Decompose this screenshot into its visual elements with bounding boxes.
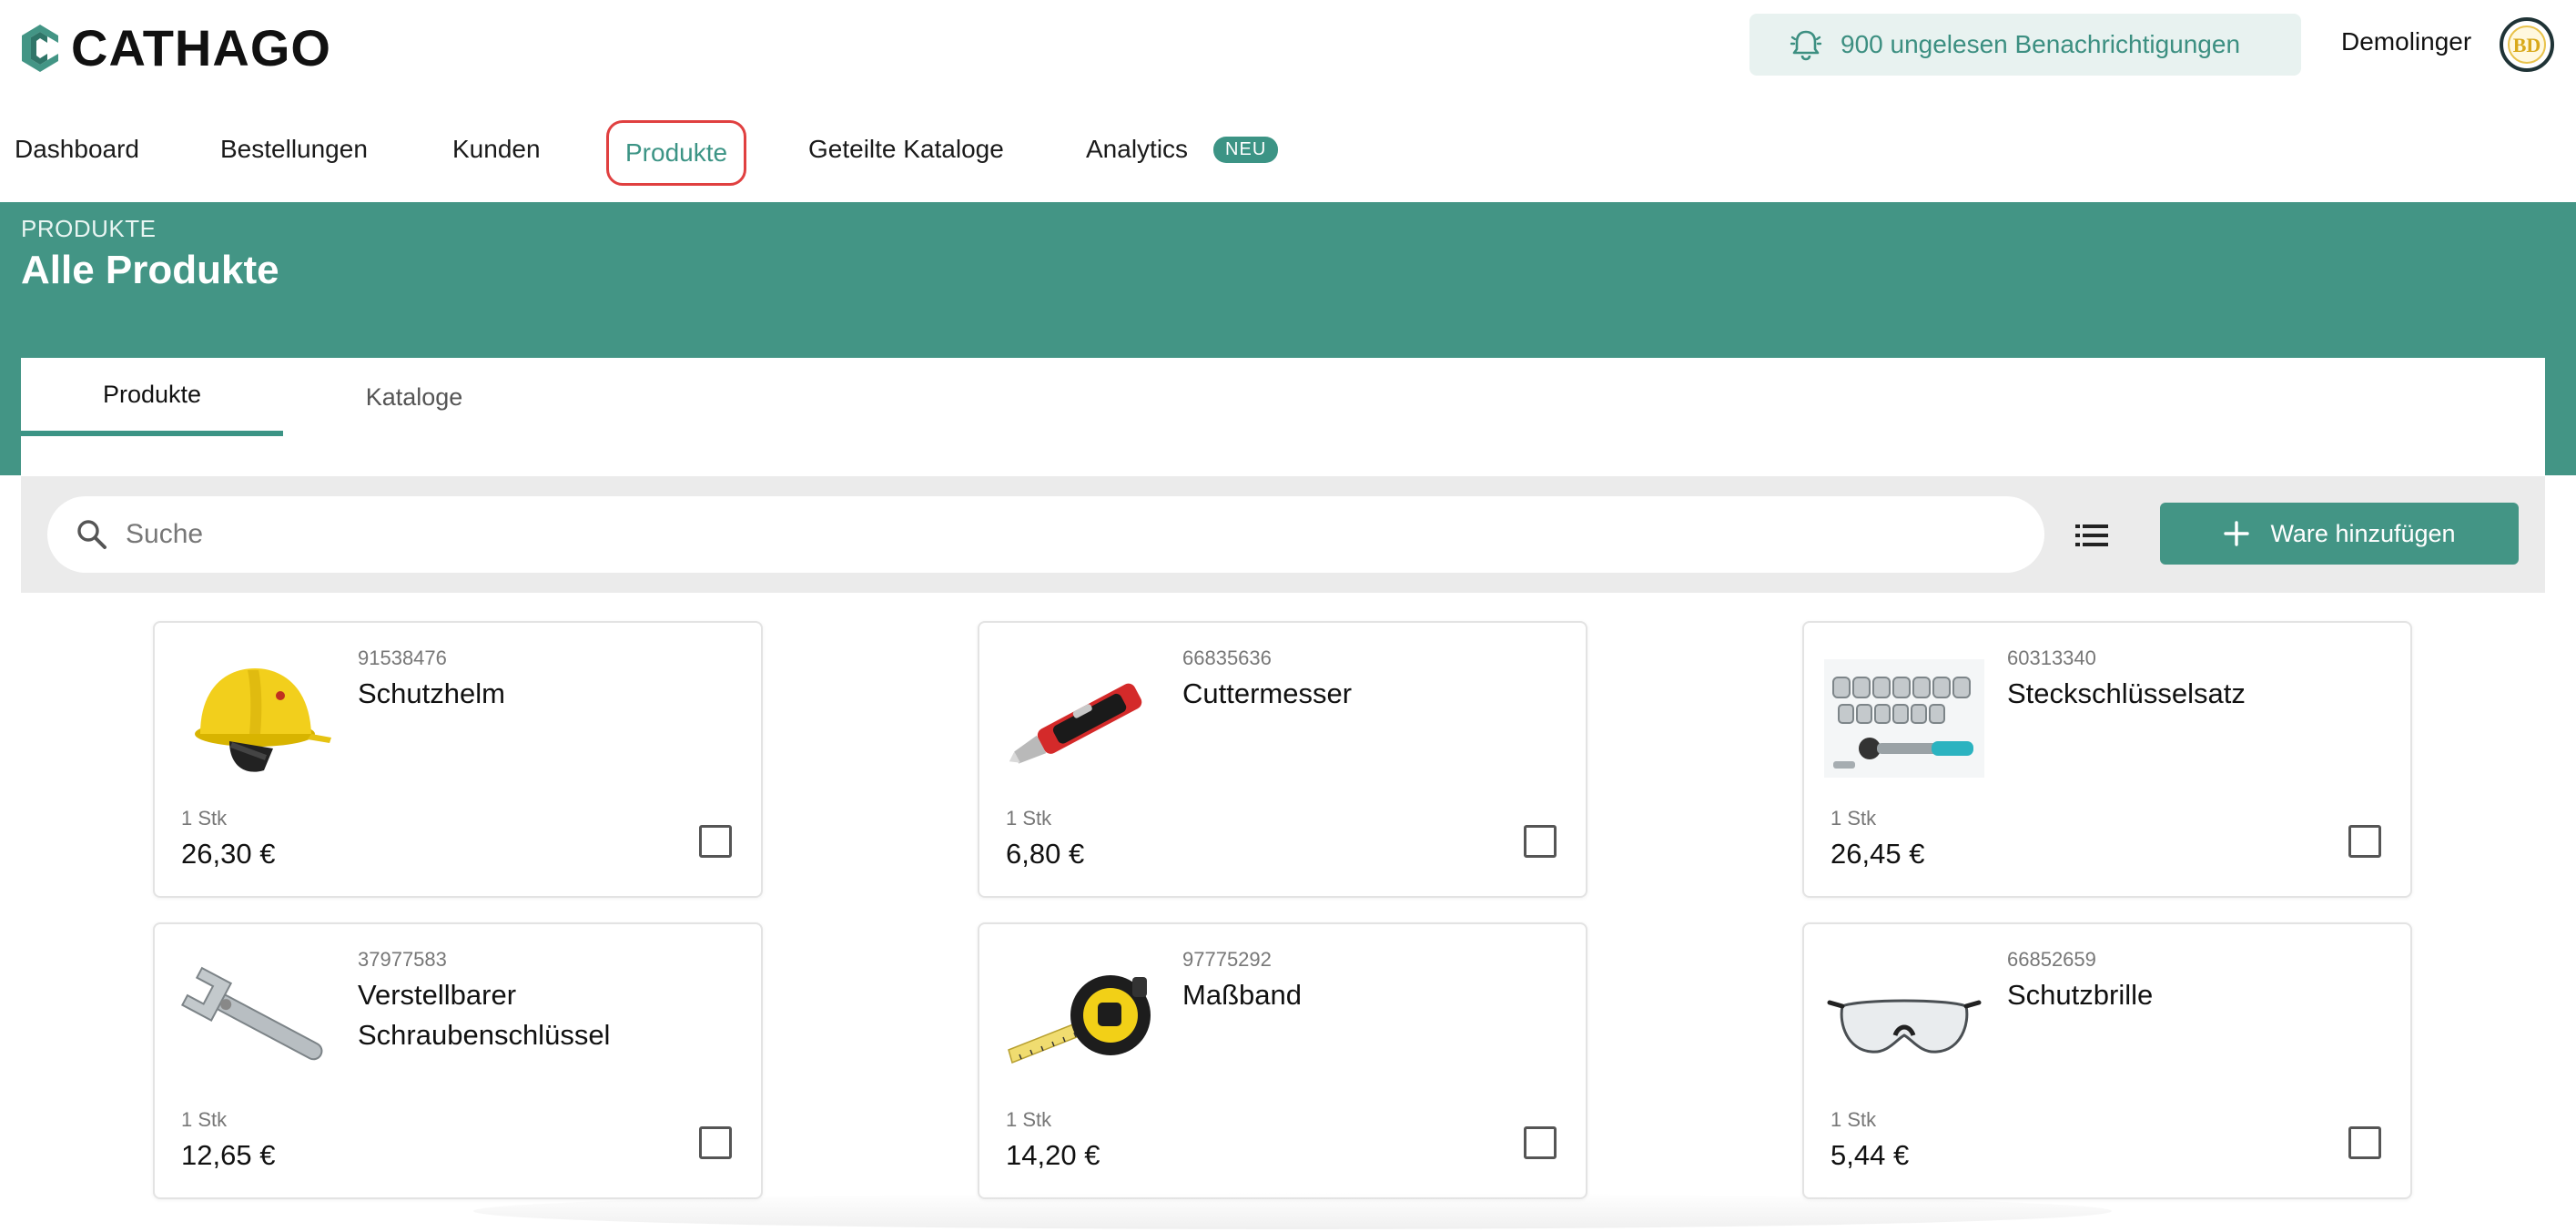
nav-geteilte-kataloge[interactable]: Geteilte Kataloge bbox=[808, 117, 1004, 182]
product-name[interactable]: Maßband bbox=[1182, 975, 1565, 1015]
main-nav: Dashboard Bestellungen Kunden Produkte G… bbox=[0, 117, 2576, 186]
bell-icon bbox=[1790, 30, 1822, 61]
product-name[interactable]: Steckschlüsselsatz bbox=[2007, 674, 2389, 714]
product-name[interactable]: Schutzbrille bbox=[2007, 975, 2389, 1015]
nav-kunden[interactable]: Kunden bbox=[452, 117, 541, 182]
list-view-button[interactable] bbox=[2069, 513, 2115, 558]
product-sku: 37977583 bbox=[358, 948, 447, 971]
safety-glasses-icon bbox=[1822, 952, 1986, 1088]
product-unit: 1 Stk bbox=[1006, 807, 1052, 830]
product-price: 14,20 € bbox=[1006, 1139, 1100, 1171]
breadcrumb: PRODUKTE bbox=[21, 215, 157, 242]
product-price: 5,44 € bbox=[1831, 1139, 1910, 1171]
list-view-icon bbox=[2075, 524, 2108, 546]
product-sku: 91538476 bbox=[358, 647, 447, 669]
svg-text:BD: BD bbox=[2513, 34, 2541, 56]
add-product-button[interactable]: Ware hinzufügen bbox=[2160, 503, 2519, 565]
product-name[interactable]: Cuttermesser bbox=[1182, 674, 1565, 714]
product-unit: 1 Stk bbox=[1831, 807, 1877, 830]
search-input[interactable] bbox=[126, 519, 1946, 550]
plus-icon bbox=[2224, 521, 2250, 546]
top-bar: CATHAGO 900 ungelesen Benachrichtigungen… bbox=[0, 0, 2576, 91]
product-card[interactable]: 97775292 Maßband 1 Stk 14,20 € bbox=[978, 922, 1587, 1199]
app-logo[interactable]: CATHAGO bbox=[20, 18, 331, 77]
product-select-checkbox[interactable] bbox=[699, 1126, 732, 1159]
product-card[interactable]: 91538476 Schutzhelm 1 Stk 26,30 € bbox=[153, 621, 763, 898]
new-badge: NEU bbox=[1213, 136, 1279, 163]
product-name[interactable]: Schutzhelm bbox=[358, 674, 740, 714]
tape-measure-icon bbox=[998, 952, 1161, 1088]
nav-produkte[interactable]: Produkte bbox=[606, 120, 747, 186]
toolbar: Ware hinzufügen bbox=[21, 476, 2545, 593]
avatar[interactable]: BD bbox=[2500, 17, 2554, 72]
product-select-checkbox[interactable] bbox=[699, 825, 732, 858]
product-card[interactable]: 66835636 Cuttermesser 1 Stk 6,80 € bbox=[978, 621, 1587, 898]
notifications-button[interactable]: 900 ungelesen Benachrichtigungen bbox=[1749, 14, 2301, 76]
adjustable-wrench-icon bbox=[173, 952, 337, 1088]
product-select-checkbox[interactable] bbox=[2348, 825, 2381, 858]
product-sku: 66852659 bbox=[2007, 948, 2096, 971]
nav-analytics-label: Analytics bbox=[1086, 135, 1189, 163]
tab-bar: Produkte Kataloge bbox=[21, 358, 2545, 476]
product-select-checkbox[interactable] bbox=[1524, 825, 1557, 858]
product-select-checkbox[interactable] bbox=[1524, 1126, 1557, 1159]
product-card[interactable]: 37977583 Verstellbarer Schraubenschlüsse… bbox=[153, 922, 763, 1199]
notifications-label: 900 ungelesen Benachrichtigungen bbox=[1841, 30, 2241, 58]
product-price: 26,45 € bbox=[1831, 838, 1925, 870]
search-bar[interactable] bbox=[47, 496, 2044, 573]
nav-dashboard[interactable]: Dashboard bbox=[15, 117, 139, 182]
product-price: 26,30 € bbox=[181, 838, 276, 870]
product-unit: 1 Stk bbox=[1831, 1108, 1877, 1131]
product-card[interactable]: 60313340 Steckschlüsselsatz 1 Stk 26,45 … bbox=[1802, 621, 2412, 898]
user-name[interactable]: Demolinger bbox=[2341, 27, 2471, 56]
logo-text: CATHAGO bbox=[71, 19, 331, 76]
logo-mark-icon bbox=[22, 24, 58, 72]
product-price: 6,80 € bbox=[1006, 838, 1085, 870]
nav-bestellungen[interactable]: Bestellungen bbox=[220, 117, 368, 182]
product-sku: 97775292 bbox=[1182, 948, 1272, 971]
product-unit: 1 Stk bbox=[181, 1108, 228, 1131]
tab-kataloge[interactable]: Kataloge bbox=[283, 358, 545, 436]
avatar-monogram-icon: BD bbox=[2508, 25, 2546, 64]
socket-set-icon bbox=[1822, 650, 1986, 787]
hard-hat-icon bbox=[173, 650, 337, 787]
product-unit: 1 Stk bbox=[1006, 1108, 1052, 1131]
product-card[interactable]: 66852659 Schutzbrille 1 Stk 5,44 € bbox=[1802, 922, 2412, 1199]
product-select-checkbox[interactable] bbox=[2348, 1126, 2381, 1159]
scroll-shadow bbox=[473, 1193, 2112, 1229]
product-unit: 1 Stk bbox=[181, 807, 228, 830]
search-icon bbox=[77, 520, 106, 549]
product-sku: 66835636 bbox=[1182, 647, 1272, 669]
page-title: Alle Produkte bbox=[21, 248, 279, 292]
nav-analytics[interactable]: Analytics NEU bbox=[1086, 117, 1279, 182]
add-product-label: Ware hinzufügen bbox=[2270, 519, 2456, 547]
tab-produkte[interactable]: Produkte bbox=[21, 358, 283, 436]
cutter-knife-icon bbox=[998, 650, 1161, 787]
product-price: 12,65 € bbox=[181, 1139, 276, 1171]
product-sku: 60313340 bbox=[2007, 647, 2096, 669]
product-name[interactable]: Verstellbarer Schraubenschlüssel bbox=[358, 975, 740, 1055]
